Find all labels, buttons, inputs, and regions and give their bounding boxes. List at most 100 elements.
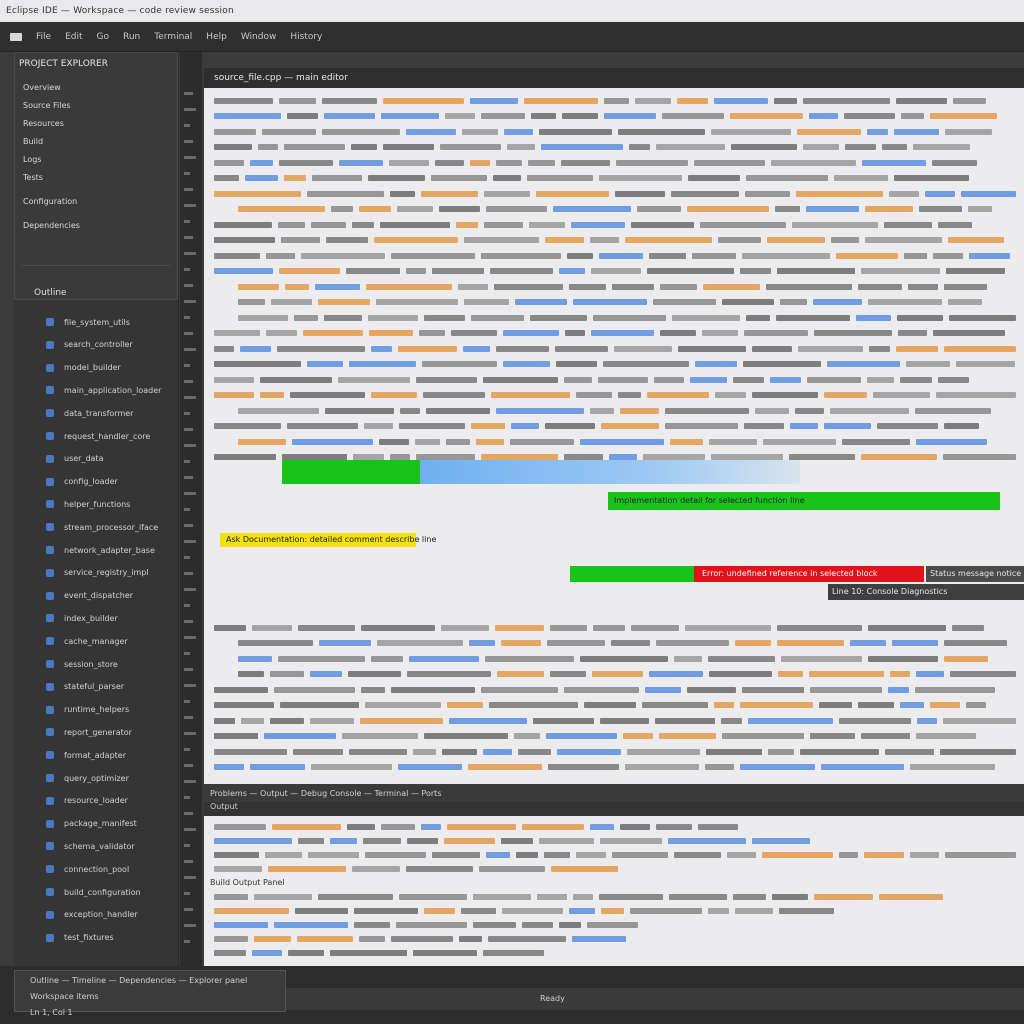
menu-history[interactable]: History xyxy=(290,32,322,42)
code-token xyxy=(545,423,595,429)
code-token xyxy=(838,717,911,724)
menu-go[interactable]: Go xyxy=(97,32,109,42)
tree-item[interactable]: connection_pool xyxy=(14,861,129,877)
code-token xyxy=(389,159,429,166)
code-line xyxy=(214,127,1016,136)
tree-item[interactable]: test_fixtures xyxy=(14,930,114,946)
sidebar-item-tests[interactable]: Tests xyxy=(23,173,43,182)
code-token xyxy=(406,128,456,135)
menu-terminal[interactable]: Terminal xyxy=(154,32,192,42)
output-token xyxy=(944,851,1016,858)
code-token xyxy=(400,407,420,414)
code-token xyxy=(470,159,490,166)
code-token xyxy=(814,330,892,336)
sidebar-item-configuration[interactable]: Configuration xyxy=(23,197,77,206)
code-token xyxy=(643,454,706,460)
tree-item[interactable]: package_manifest xyxy=(14,816,137,832)
file-icon xyxy=(46,888,54,896)
sidebar-item-overview[interactable]: Overview xyxy=(23,83,61,92)
menu-edit[interactable]: Edit xyxy=(65,32,82,42)
tree-item[interactable]: user_data xyxy=(14,451,103,467)
tree-item[interactable]: main_application_loader xyxy=(14,382,161,398)
code-token xyxy=(287,423,358,429)
tree-item[interactable]: format_adapter xyxy=(14,747,126,763)
code-token xyxy=(456,221,478,228)
code-token xyxy=(940,748,1016,755)
code-token xyxy=(441,624,489,631)
code-token xyxy=(599,252,643,259)
code-token xyxy=(598,376,648,383)
output-tab[interactable]: Output xyxy=(204,802,1024,816)
sidebar-item-dependencies[interactable]: Dependencies xyxy=(23,221,80,230)
tree-item[interactable]: service_registry_impl xyxy=(14,565,149,581)
project-explorer-title: PROJECT EXPLORER xyxy=(19,59,108,69)
tree-item[interactable]: query_optimizer xyxy=(14,770,129,786)
code-token xyxy=(369,330,413,336)
menu-file[interactable]: File xyxy=(36,32,51,42)
line-number xyxy=(184,908,193,911)
tree-item[interactable]: session_store xyxy=(14,656,118,672)
code-token xyxy=(290,392,366,398)
tree-item[interactable]: config_loader xyxy=(14,474,118,490)
tree-item[interactable]: schema_validator xyxy=(14,838,135,854)
panel-tabs-label[interactable]: Problems — Output — Debug Console — Term… xyxy=(210,789,441,798)
app-menu-icon[interactable] xyxy=(10,32,22,41)
code-token xyxy=(768,748,795,755)
file-icon xyxy=(46,340,54,349)
tree-item[interactable]: search_controller xyxy=(14,337,133,353)
tree-item[interactable]: index_builder xyxy=(14,610,118,626)
tree-item[interactable]: stateful_parser xyxy=(14,679,124,695)
menu-window[interactable]: Window xyxy=(241,32,277,42)
code-token xyxy=(647,268,734,274)
tree-item[interactable]: report_generator xyxy=(14,724,132,740)
editor-tab[interactable]: source_file.cpp — main editor xyxy=(214,73,348,83)
line-number xyxy=(184,828,196,831)
tree-item[interactable]: data_transformer xyxy=(14,405,133,421)
code-token xyxy=(930,113,997,119)
tree-item[interactable]: request_handler_core xyxy=(14,428,150,444)
file-icon xyxy=(46,591,54,600)
code-token xyxy=(214,144,252,150)
tree-item[interactable]: network_adapter_base xyxy=(14,542,155,558)
code-line xyxy=(214,701,1016,710)
tree-item[interactable]: event_dispatcher xyxy=(14,588,133,604)
code-token xyxy=(447,702,483,708)
sidebar-item-build[interactable]: Build xyxy=(23,137,43,146)
line-number xyxy=(184,412,190,415)
code-token xyxy=(564,376,592,383)
tree-item[interactable]: helper_functions xyxy=(14,496,130,512)
code-token xyxy=(952,624,984,631)
tree-item[interactable]: model_builder xyxy=(14,360,121,376)
tree-item[interactable]: file_system_utils xyxy=(14,314,130,330)
code-token xyxy=(945,128,992,135)
tree-item[interactable]: exception_handler xyxy=(14,907,138,923)
tree-item[interactable]: resource_loader xyxy=(14,793,128,809)
tree-item[interactable]: cache_manager xyxy=(14,633,128,649)
code-token xyxy=(614,345,673,352)
code-token xyxy=(503,330,559,336)
tree-item[interactable]: runtime_helpers xyxy=(14,702,129,718)
output-token xyxy=(733,893,766,900)
code-token xyxy=(366,283,452,290)
sidebar-item-resources[interactable]: Resources xyxy=(23,119,64,128)
output-token xyxy=(252,949,282,956)
code-token xyxy=(865,237,942,243)
tree-item[interactable]: build_configuration xyxy=(14,884,141,900)
menu-run[interactable]: Run xyxy=(123,32,140,42)
code-token xyxy=(381,113,439,119)
tree-item[interactable]: stream_processor_iface xyxy=(14,519,158,535)
sidebar-item-logs[interactable]: Logs xyxy=(23,155,41,164)
output-tab-label[interactable]: Output xyxy=(210,802,238,811)
code-editor[interactable]: Implementation detail for selected funct… xyxy=(204,88,1024,784)
code-token xyxy=(282,454,347,460)
menu-help[interactable]: Help xyxy=(206,32,227,42)
code-token xyxy=(924,190,955,197)
sidebar-item-source-files[interactable]: Source Files xyxy=(23,101,71,110)
code-token xyxy=(274,686,355,693)
code-token xyxy=(936,392,1016,398)
file-icon xyxy=(46,568,54,577)
tree-item-label: stateful_parser xyxy=(64,682,125,692)
code-token xyxy=(590,407,614,414)
code-token xyxy=(361,686,385,693)
code-token xyxy=(214,97,273,104)
